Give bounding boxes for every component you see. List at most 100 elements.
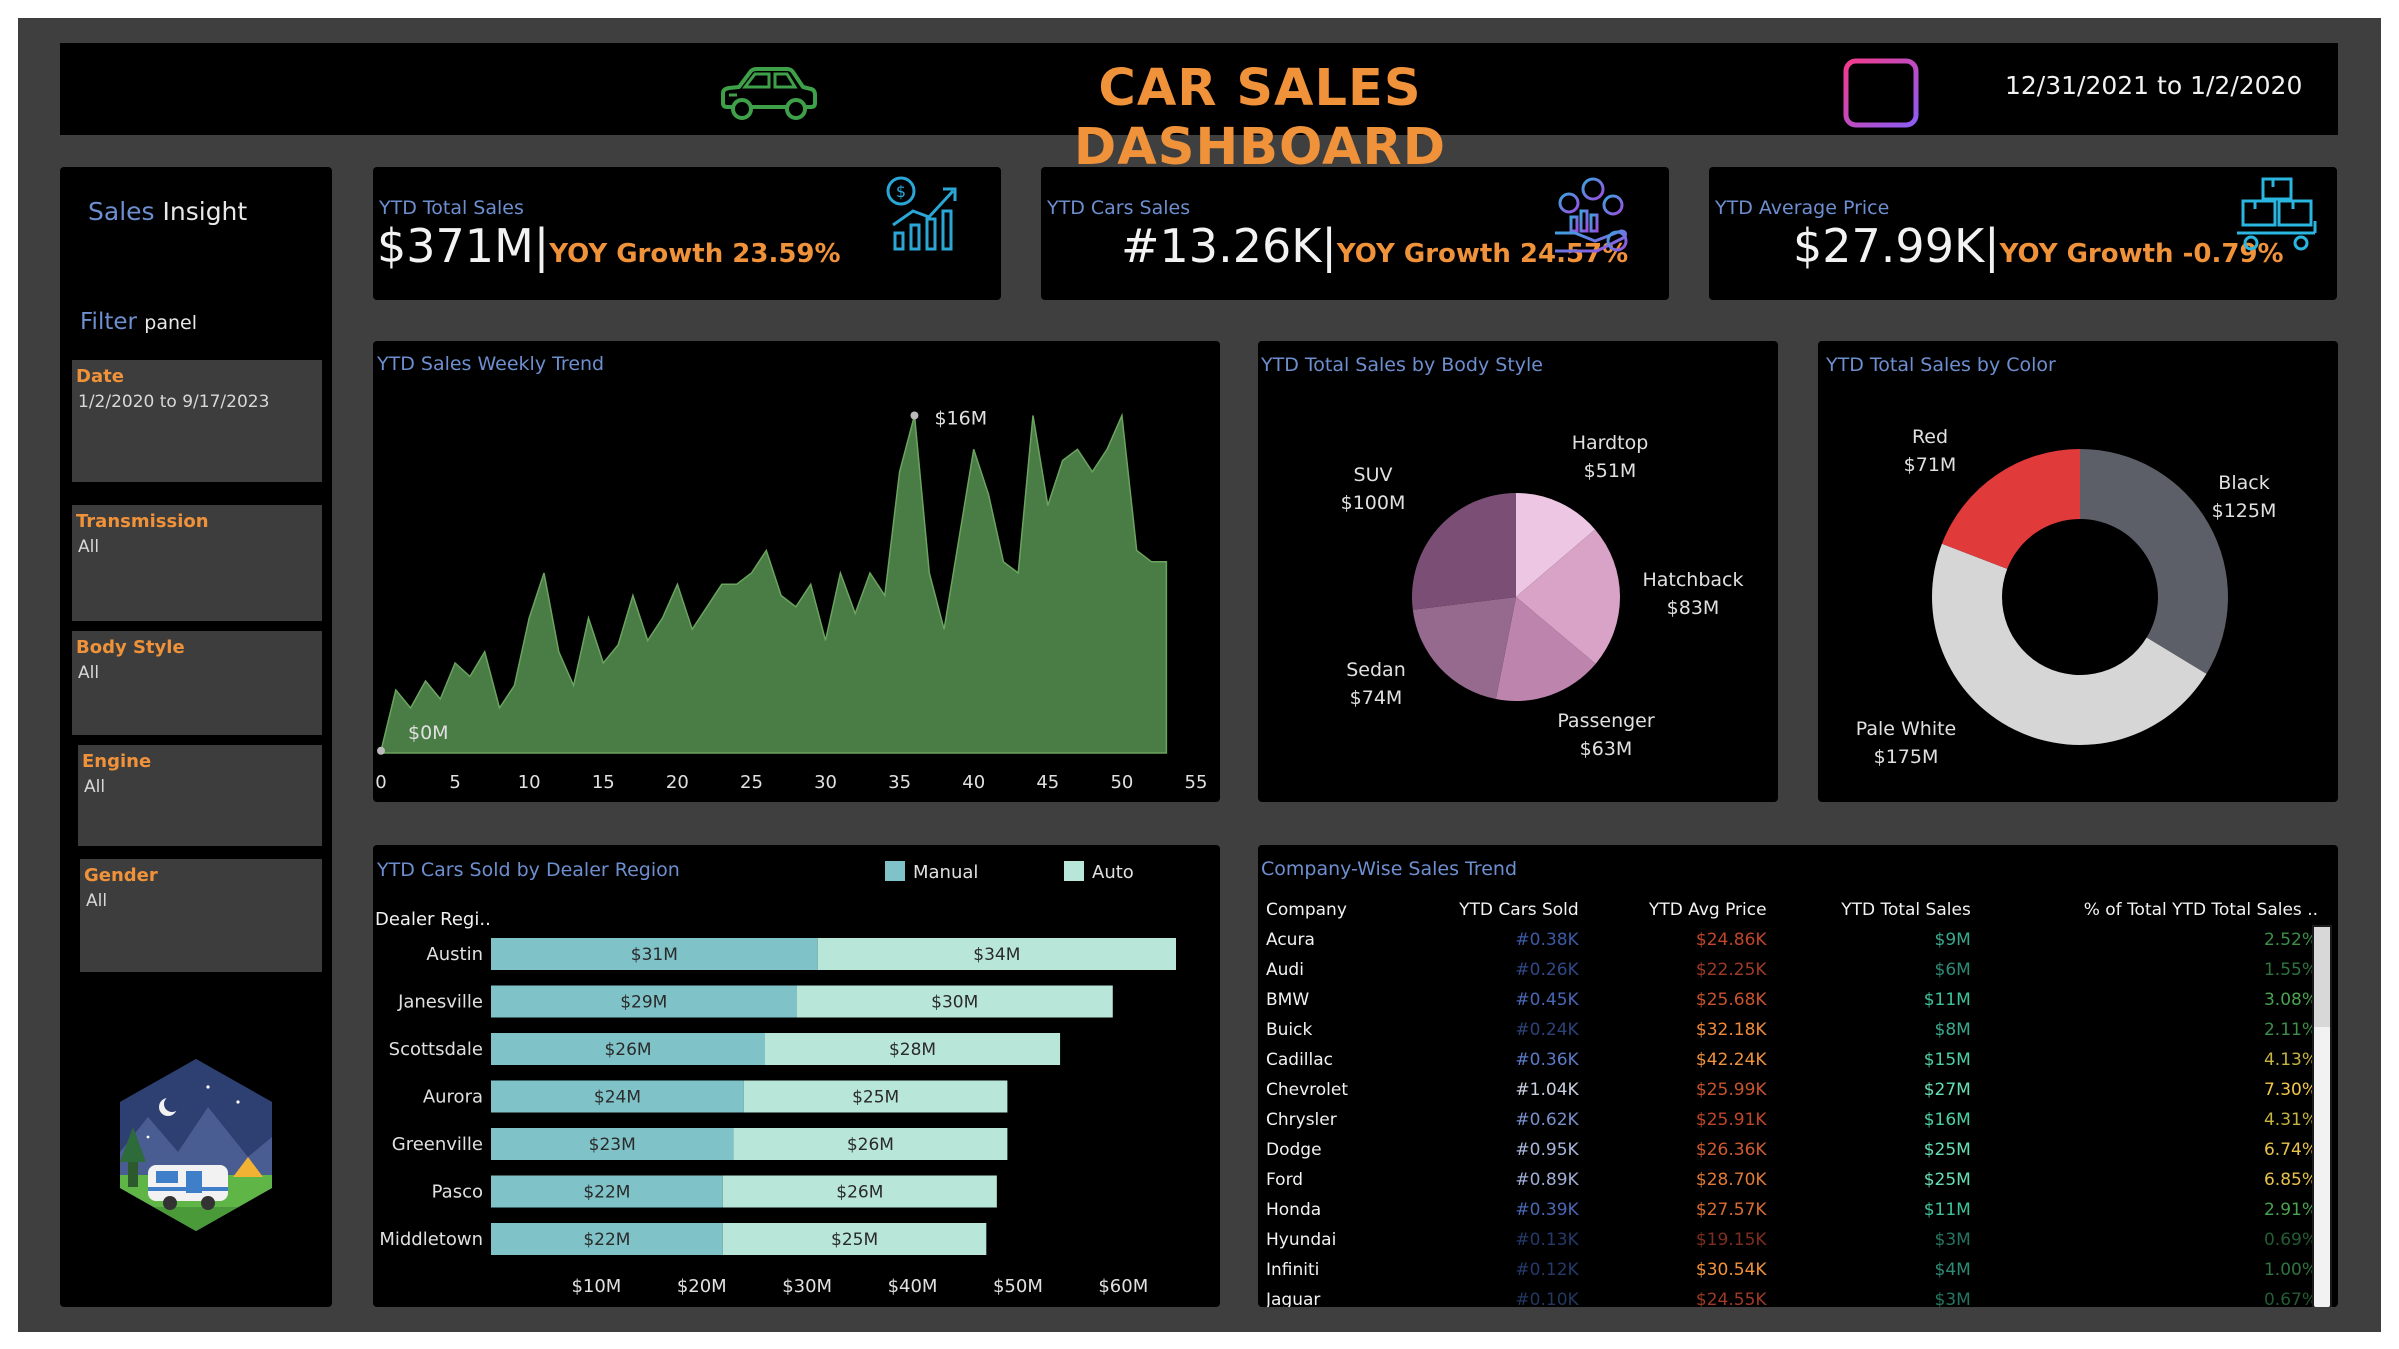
color-sales-panel: YTD Total Sales by Color Black $125M Pale … — [1818, 341, 2338, 802]
trend-area — [380, 412, 1168, 754]
table-row[interactable]: Cadillac #0.36K $42.24K $15M 4.13% — [1258, 1045, 2338, 1075]
table-row[interactable]: Dodge #0.95K $26.36K $25M 6.74% — [1258, 1135, 2338, 1165]
col-ytd-total-sales[interactable]: YTD Total Sales — [1787, 895, 1991, 925]
company-name-cell: Jaguar — [1266, 1290, 1321, 1307]
trend-x-tick: 50 — [1110, 772, 1133, 793]
table-row[interactable]: BMW #0.45K $25.68K $11M 3.08% — [1258, 985, 2338, 1015]
sidebar: Sales Insight Filter panel Date 1/2/2020… — [60, 167, 332, 1307]
body-style-label-value: $74M — [1350, 687, 1403, 709]
table-row[interactable]: Ford #0.89K $28.70K $25M 6.85% — [1258, 1165, 2338, 1195]
company-value-cell: 7.30% — [2263, 1080, 2318, 1100]
dealer-bar-value-label: $30M — [931, 993, 978, 1013]
table-row[interactable]: Acura #0.38K $24.86K $9M 2.52% — [1258, 925, 2338, 955]
col-ytd-cars-sold[interactable]: YTD Cars Sold — [1408, 895, 1598, 925]
dealer-region-label: Greenville — [392, 1134, 483, 1155]
col-company[interactable]: Company — [1258, 895, 1408, 925]
company-value-cell: 6.85% — [2263, 1170, 2318, 1190]
table-row[interactable]: Hyundai #0.13K $19.15K $3M 0.69% — [1258, 1225, 2338, 1255]
company-value-cell: #0.13K — [1515, 1230, 1579, 1250]
filter-engine[interactable]: Engine All — [78, 745, 322, 846]
table-row[interactable]: Audi #0.26K $22.25K $6M 1.55% — [1258, 955, 2338, 985]
filter-transmission[interactable]: Transmission All — [72, 505, 322, 621]
company-value-cell: #0.38K — [1515, 930, 1579, 950]
dashboard-title: CAR SALES DASHBOARD — [1073, 59, 1447, 177]
company-value-cell: #0.26K — [1515, 960, 1579, 980]
company-value-cell: $25.99K — [1695, 1080, 1767, 1100]
company-value-cell: $22.25K — [1695, 960, 1767, 980]
company-value-cell: $28.70K — [1695, 1170, 1767, 1190]
dealer-x-tick: $10M — [571, 1276, 621, 1297]
company-sales-table: Company YTD Cars Sold YTD Avg Price YTD … — [1258, 895, 2338, 1307]
header-bar: CAR SALES DASHBOARD 12/31/2021 to 1/2/20… — [60, 43, 2338, 177]
dealer-x-tick: $20M — [677, 1276, 727, 1297]
table-row[interactable]: Chrysler #0.62K $25.91K $16M 4.31% — [1258, 1105, 2338, 1135]
trend-max-marker — [910, 411, 919, 420]
body-style-slice-suv[interactable] — [1412, 493, 1516, 610]
body-style-label-name: Passenger — [1557, 710, 1655, 732]
svg-text:$: $ — [896, 182, 906, 201]
company-value-cell: $30.54K — [1695, 1260, 1767, 1280]
trend-x-tick: 10 — [518, 772, 541, 793]
table-row[interactable]: Infiniti #0.12K $30.54K $4M 1.00% — [1258, 1255, 2338, 1285]
kpi-total-sales-label: YTD Total Sales — [379, 197, 524, 219]
color-label-name: Red — [1912, 426, 1948, 448]
company-value-cell: $3M — [1934, 1230, 1971, 1250]
sales-insight-title: Sales Insight — [88, 197, 247, 226]
kpi-total-sales-yoy: YOY Growth 23.59% — [549, 239, 841, 269]
dealer-region-label: Pasco — [432, 1182, 483, 1203]
filter-body-style[interactable]: Body Style All — [72, 631, 322, 735]
table-row[interactable]: Chevrolet #1.04K $25.99K $27M 7.30% — [1258, 1075, 2338, 1105]
company-value-cell: #0.39K — [1515, 1200, 1579, 1220]
color-slice-black[interactable] — [2080, 449, 2228, 674]
col-ytd-avg-price[interactable]: YTD Avg Price — [1599, 895, 1787, 925]
company-value-cell: $11M — [1923, 990, 1971, 1010]
table-scrollbar-upper[interactable] — [2314, 927, 2330, 1027]
company-value-cell: $3M — [1934, 1290, 1971, 1307]
legend-manual-swatch — [885, 861, 905, 881]
company-value-cell: $25.68K — [1695, 990, 1767, 1010]
company-name-cell: Ford — [1266, 1170, 1304, 1190]
dealer-bar-value-label: $34M — [973, 945, 1020, 965]
company-name-cell: Buick — [1266, 1020, 1313, 1040]
company-name-cell: Audi — [1266, 960, 1304, 980]
trend-x-tick: 40 — [962, 772, 985, 793]
kpi-total-sales-card: YTD Total Sales $371M|YOY Growth 23.59% … — [373, 167, 1001, 300]
dealer-region-label: Middletown — [379, 1229, 483, 1250]
col-pct-total-sales[interactable]: % of Total YTD Total Sales .. — [1991, 895, 2338, 925]
company-value-cell: $25M — [1923, 1170, 1971, 1190]
company-value-cell: 0.69% — [2263, 1230, 2318, 1250]
filter-gender[interactable]: Gender All — [80, 859, 322, 972]
filter-panel-title: Filter panel — [80, 309, 197, 335]
company-value-cell: $4M — [1934, 1260, 1971, 1280]
dealer-region-label: Janesville — [397, 992, 483, 1013]
dealer-region-label: Scottsdale — [389, 1039, 483, 1060]
dealer-region-label: Aurora — [423, 1087, 483, 1108]
kpi-average-price-value: $27.99K — [1793, 219, 1985, 273]
table-row[interactable]: Honda #0.39K $27.57K $11M 2.91% — [1258, 1195, 2338, 1225]
company-value-cell: 0.67% — [2263, 1290, 2318, 1307]
color-label-name: Black — [2218, 472, 2269, 494]
company-value-cell: $27.57K — [1695, 1200, 1767, 1220]
body-style-label-name: Hatchback — [1642, 569, 1743, 591]
company-value-cell: $42.24K — [1695, 1050, 1767, 1070]
filter-date[interactable]: Date 1/2/2020 to 9/17/2023 — [72, 360, 322, 482]
company-value-cell: #0.12K — [1515, 1260, 1579, 1280]
color-slice-red[interactable] — [1941, 449, 2080, 569]
dealer-region-panel: YTD Cars Sold by Dealer Region Manual Au… — [373, 845, 1220, 1307]
dealer-bar-value-label: $26M — [604, 1040, 651, 1060]
company-value-cell: $6M — [1934, 960, 1971, 980]
table-row[interactable]: Buick #0.24K $32.18K $8M 2.11% — [1258, 1015, 2338, 1045]
company-value-cell: $9M — [1934, 930, 1971, 950]
dealer-axis-label: Dealer Regi.. — [375, 909, 491, 930]
dealer-region-bar-chart: Manual Auto Dealer Regi.. Austin $31M $34M… — [375, 861, 1176, 1297]
kpi-average-price-card: YTD Average Price $27.99K|YOY Growth -0.… — [1709, 167, 2337, 300]
filter-transmission-value: All — [78, 537, 100, 557]
company-name-cell: Cadillac — [1266, 1050, 1334, 1070]
body-style-panel: YTD Total Sales by Body Style Hardtop $51… — [1258, 341, 1778, 802]
company-value-cell: 1.00% — [2263, 1260, 2318, 1280]
trend-x-tick: 5 — [449, 772, 460, 793]
dealer-bar-value-label: $26M — [836, 1183, 883, 1203]
table-row[interactable]: Jaguar #0.10K $24.55K $3M 0.67% — [1258, 1285, 2338, 1307]
filter-engine-label: Engine — [82, 751, 152, 772]
filter-gender-label: Gender — [84, 865, 158, 886]
